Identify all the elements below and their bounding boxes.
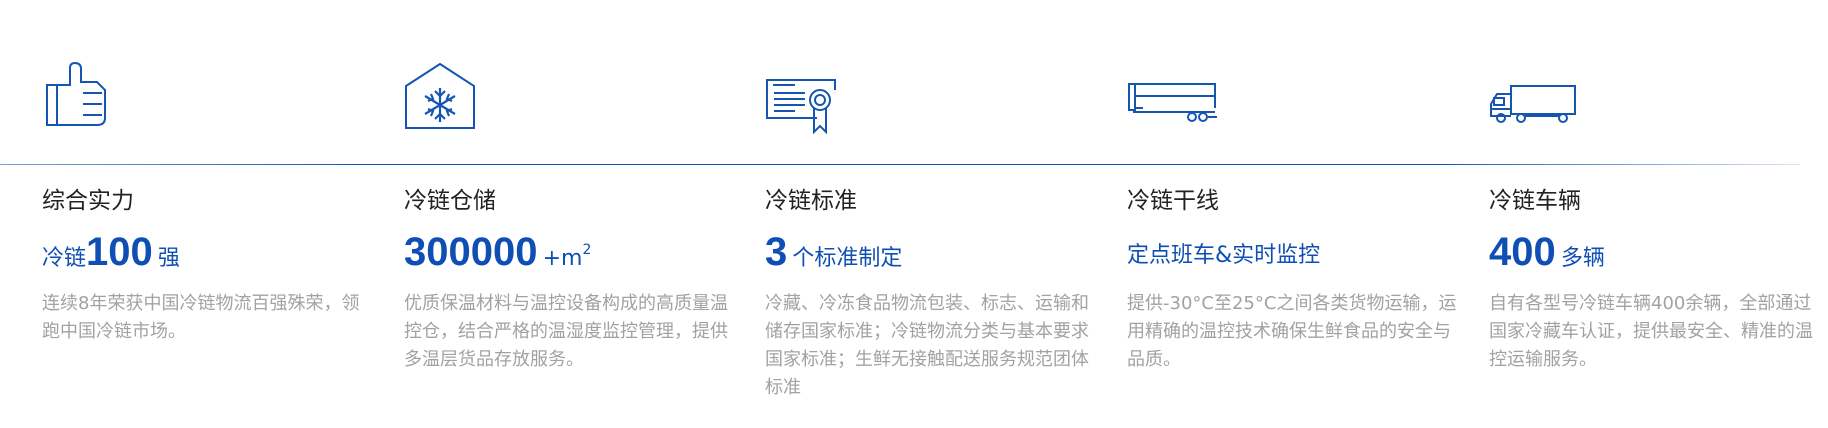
feature-description: 连续8年荣获中国冷链物流百强殊荣，领跑中国冷链市场。	[42, 293, 360, 342]
feature-trunk-line: 冷链干线 定点班车&实时监控 提供-30°C至25°C之间各类货物运输，运用精确…	[1127, 0, 1467, 428]
feature-stat: 冷链100 强	[42, 230, 180, 274]
feature-stat: 300000 +m2	[404, 230, 592, 274]
feature-title: 冷链车辆	[1489, 188, 1581, 214]
feature-stat: 定点班车&实时监控	[1127, 243, 1321, 268]
trailer-icon	[1127, 60, 1217, 150]
feature-storage: 冷链仓储 300000 +m2 优质保温材料与温控设备构成的高质量温控仓，结合严…	[404, 0, 744, 428]
feature-standards: 冷链标准 3 个标准制定 冷藏、冷冻食品物流包装、标志、运输和储存国家标准；冷链…	[765, 0, 1105, 428]
feature-strength: 综合实力 冷链100 强 连续8年荣获中国冷链物流百强殊荣，领跑中国冷链市场。	[42, 0, 382, 428]
feature-description: 冷藏、冷冻食品物流包装、标志、运输和储存国家标准；冷链物流分类与基本要求国家标准…	[765, 293, 1089, 398]
thumbs-up-icon	[42, 60, 132, 150]
truck-icon	[1489, 60, 1579, 150]
certificate-icon	[765, 60, 855, 150]
feature-description: 提供-30°C至25°C之间各类货物运输，运用精确的温控技术确保生鲜食品的安全与…	[1127, 293, 1457, 370]
feature-title: 冷链标准	[765, 188, 857, 214]
feature-stat: 400 多辆	[1489, 230, 1605, 274]
cold-storage-icon	[404, 60, 494, 150]
feature-stat: 3 个标准制定	[765, 230, 903, 274]
feature-description: 自有各型号冷链车辆400余辆，全部通过国家冷藏车认证，提供最安全、精准的温控运输…	[1489, 293, 1813, 370]
feature-title: 冷链干线	[1127, 188, 1219, 214]
feature-title: 综合实力	[42, 188, 134, 214]
feature-vehicles: 冷链车辆 400 多辆 自有各型号冷链车辆400余辆，全部通过国家冷藏车认证，提…	[1489, 0, 1828, 428]
feature-description: 优质保温材料与温控设备构成的高质量温控仓，结合严格的温湿度监控管理，提供多温层货…	[404, 293, 728, 370]
feature-title: 冷链仓储	[404, 188, 496, 214]
